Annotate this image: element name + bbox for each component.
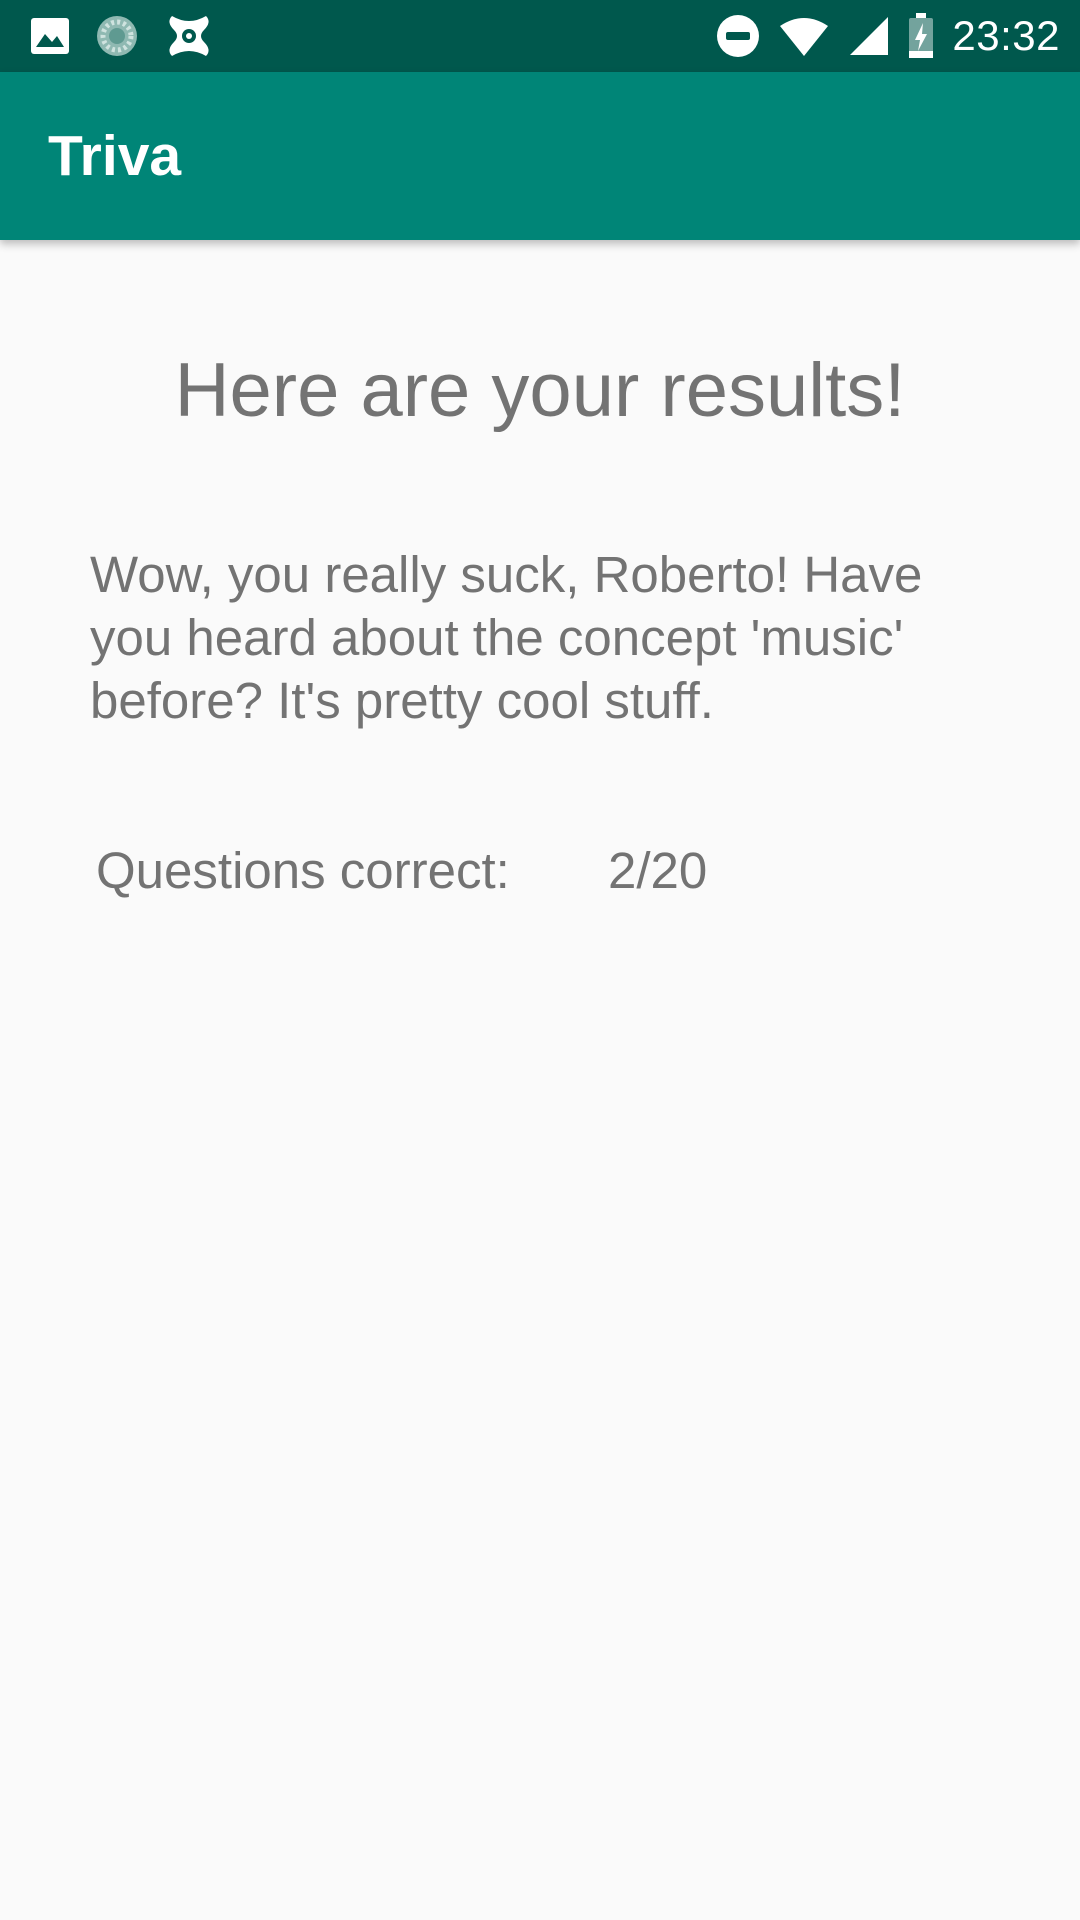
loading-circle-icon xyxy=(94,13,140,59)
status-bar-time: 23:32 xyxy=(952,12,1060,59)
app-bar: Triva xyxy=(0,72,1080,240)
status-bar-system: 23:32 xyxy=(716,10,1060,62)
app-notification-icon xyxy=(164,12,214,60)
battery-charging-icon xyxy=(908,13,934,59)
results-screen: Here are your results! Wow, you really s… xyxy=(0,240,1080,1920)
status-bar-notifications xyxy=(30,10,214,62)
app-title: Triva xyxy=(48,124,182,188)
results-message: Wow, you really suck, Roberto! Have you … xyxy=(90,546,923,729)
cell-signal-icon xyxy=(848,15,890,57)
image-icon xyxy=(30,17,70,55)
results-heading: Here are your results! xyxy=(174,348,906,433)
score-label: Questions correct: xyxy=(96,841,510,899)
score-row: Questions correct: 2/20 xyxy=(96,838,707,902)
do-not-disturb-icon xyxy=(716,14,760,58)
status-bar: 23:32 xyxy=(0,0,1080,72)
wifi-icon xyxy=(778,16,830,56)
score-value: 2/20 xyxy=(608,841,708,899)
